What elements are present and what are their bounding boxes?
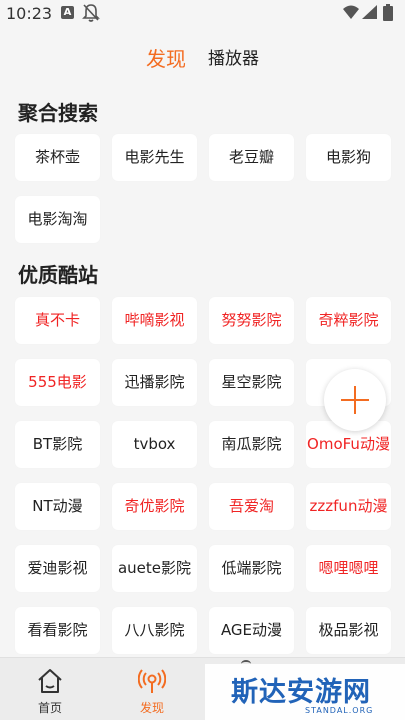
site-chip[interactable]: 哔嘀影视	[112, 297, 197, 344]
site-chip[interactable]: 电影淘淘	[15, 196, 100, 243]
site-chip[interactable]: auete影院	[112, 545, 197, 592]
site-chip[interactable]: BT影院	[15, 421, 100, 468]
broadcast-icon	[138, 669, 166, 693]
site-chip[interactable]: 奇粹影院	[306, 297, 391, 344]
site-chip[interactable]: 极品影视	[306, 607, 391, 654]
plus-icon-bar	[341, 399, 369, 401]
site-chip[interactable]: 555电影	[15, 359, 100, 406]
status-bar: 10:23 A	[0, 0, 405, 28]
site-chip[interactable]: 嗯哩嗯哩	[306, 545, 391, 592]
battery-icon	[383, 4, 393, 21]
site-chip[interactable]: NT动漫	[15, 483, 100, 530]
site-chip[interactable]: 电影先生	[112, 134, 197, 181]
top-tab-bar: 发现 播放器	[0, 44, 405, 74]
watermark: 斯达安游网 STANDAL.ORG	[205, 664, 405, 720]
site-chip[interactable]: AGE动漫	[209, 607, 294, 654]
nav-discover-label: 发现	[139, 701, 164, 715]
watermark-subtext: STANDAL.ORG	[305, 706, 374, 715]
site-chip[interactable]: 吾爱淘	[209, 483, 294, 530]
tab-player[interactable]: 播放器	[208, 44, 259, 74]
nav-home-label: 首页	[37, 701, 62, 715]
site-chip[interactable]: tvbox	[112, 421, 197, 468]
site-chip[interactable]: 星空影院	[209, 359, 294, 406]
watermark-text: 斯达安游网	[231, 677, 371, 708]
app-screen: 10:23 A 发现 播放器 聚合搜索 茶杯壶 电影先生 老豆瓣 电影狗电影淘淘 优质…	[0, 0, 405, 720]
site-chip[interactable]: 老豆瓣	[209, 134, 294, 181]
site-chip[interactable]: 爱迪影视	[15, 545, 100, 592]
site-chip[interactable]: 低端影院	[209, 545, 294, 592]
section-title-quality-sites: 优质酷站	[18, 263, 98, 287]
nav-discover[interactable]: 发现	[122, 658, 182, 720]
site-chip[interactable]: 努努影院	[209, 297, 294, 344]
tab-discover[interactable]: 发现	[146, 44, 186, 74]
site-chip[interactable]: 奇优影院	[112, 483, 197, 530]
site-chip[interactable]: 八八影院	[112, 607, 197, 654]
add-button[interactable]	[324, 369, 386, 431]
bell-off-icon	[82, 4, 100, 22]
site-chip[interactable]: zzzfun动漫	[306, 483, 391, 530]
site-chip[interactable]: 真不卡	[15, 297, 100, 344]
wifi-icon	[343, 5, 359, 19]
signal-icon	[362, 5, 377, 19]
status-time: 10:23	[6, 4, 53, 23]
home-icon	[38, 669, 62, 693]
a-notification-icon: A	[61, 6, 74, 19]
nav-home[interactable]: 首页	[20, 658, 80, 720]
site-chip[interactable]: 南瓜影院	[209, 421, 294, 468]
site-chip[interactable]: 看看影院	[15, 607, 100, 654]
site-chip[interactable]: 茶杯壶	[15, 134, 100, 181]
site-chip[interactable]: 电影狗	[306, 134, 391, 181]
site-chip[interactable]: 迅播影院	[112, 359, 197, 406]
section-title-aggregate-search: 聚合搜索	[18, 101, 98, 125]
